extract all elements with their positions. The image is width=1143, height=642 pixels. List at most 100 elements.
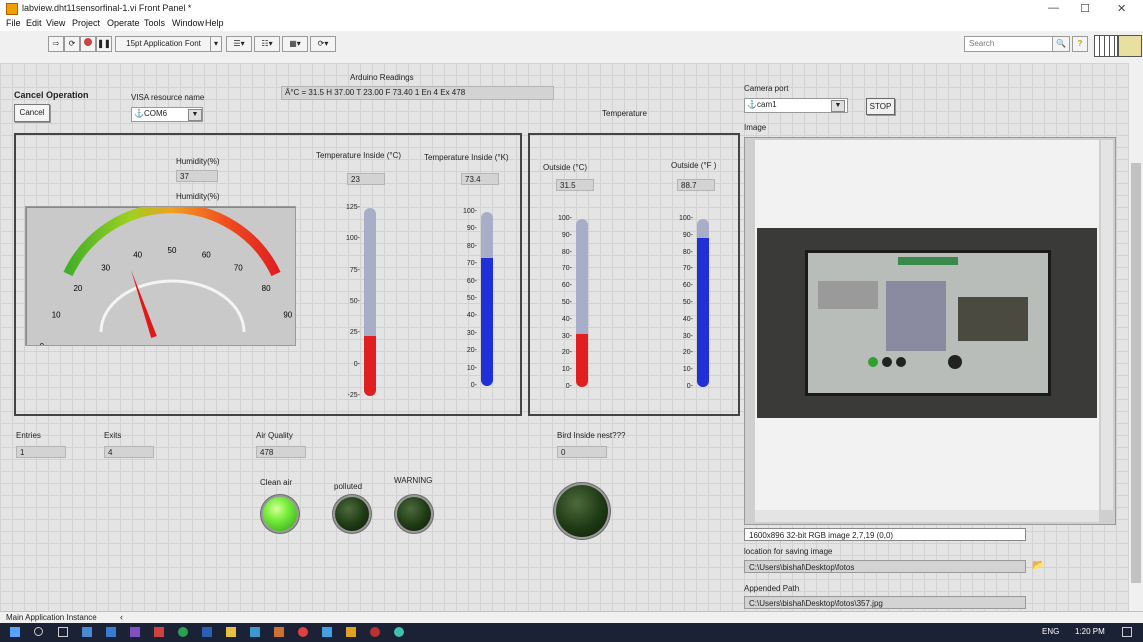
visa-value: COM6 — [144, 109, 168, 118]
thermometer-tick-label: 0- — [565, 383, 572, 390]
taskbar-app-icon[interactable] — [274, 627, 284, 637]
cancel-button[interactable]: Cancel — [14, 104, 50, 122]
title-bar: labview.dht11sensorfinal-1.vi Front Pane… — [0, 0, 1143, 16]
taskbar-app-icon[interactable] — [322, 627, 332, 637]
taskbar-app-icon[interactable] — [298, 627, 308, 637]
camera-port-select[interactable]: ⚓ cam1 ▼ — [744, 98, 848, 113]
gauge-tick-label: 50 — [168, 246, 177, 255]
font-dropdown-icon[interactable]: ▾ — [210, 36, 222, 52]
reorder-icon[interactable]: ⟳▾ — [310, 36, 336, 52]
thermometer-tick-label: 60- — [466, 277, 477, 285]
notification-icon[interactable] — [1122, 627, 1132, 637]
taskbar-app-icon[interactable] — [346, 627, 356, 637]
gauge-arc — [63, 203, 281, 277]
taskbar-app-icon[interactable] — [250, 627, 260, 637]
menu-help[interactable]: Help — [205, 18, 224, 28]
language-indicator[interactable]: ENG — [1042, 627, 1059, 636]
gauge-tick-label: 60 — [202, 250, 211, 259]
thermometer-tick-label: 80- — [561, 248, 572, 256]
taskbar-app-icon[interactable] — [226, 627, 236, 637]
chevron-left-icon[interactable]: ‹ — [120, 612, 123, 622]
image-canvas — [755, 140, 1099, 510]
search-input[interactable]: Search — [964, 36, 1056, 52]
minimize-button[interactable]: — — [1048, 2, 1059, 14]
maximize-button[interactable]: ☐ — [1080, 2, 1090, 15]
temp-in-k-label: Temperature Inside (°K) — [424, 153, 509, 162]
visa-label: VISA resource name — [131, 93, 205, 102]
chevron-down-icon[interactable]: ▼ — [831, 100, 845, 112]
gauge-hub-arc — [99, 279, 246, 333]
thermometer-tick-label: 50- — [349, 298, 360, 305]
connector-pane-icon[interactable] — [1094, 35, 1118, 57]
panel-vscrollbar[interactable] — [1129, 63, 1143, 611]
thermometer-tick-label: 30- — [682, 332, 693, 340]
save-path-field[interactable]: C:\Users\bishal\Desktop\fotos — [744, 560, 1026, 573]
menu-file[interactable]: File — [6, 18, 21, 28]
outside-f-value: 88.7 — [677, 179, 715, 191]
close-button[interactable]: ✕ — [1117, 2, 1126, 15]
outside-f-label: Outside (°F ) — [671, 161, 717, 170]
taskbar-app-icon[interactable] — [370, 627, 380, 637]
word-icon[interactable] — [202, 627, 212, 637]
vi-icon — [1118, 35, 1142, 57]
image-hscrollbar[interactable] — [755, 510, 1099, 522]
visa-resource-select[interactable]: ⚓ COM6 ▼ — [131, 107, 203, 122]
pause-icon[interactable]: ❚❚ — [96, 36, 112, 52]
camera-photo — [757, 228, 1097, 418]
folder-browse-icon[interactable]: 📂 — [1032, 560, 1046, 572]
stop-button[interactable]: STOP — [866, 98, 895, 115]
arduino-label: Arduino Readings — [350, 73, 414, 82]
taskbar-app-icon[interactable] — [106, 627, 116, 637]
thermometer-fill — [481, 258, 493, 386]
taskbar-app-icon[interactable] — [178, 627, 188, 637]
menu-operate[interactable]: Operate — [107, 18, 140, 28]
humidity-value: 37 — [176, 170, 218, 182]
menu-view[interactable]: View — [46, 18, 65, 28]
temperature-label: Temperature — [602, 109, 647, 118]
thermometer-tick-label: 25- — [349, 329, 360, 337]
taskbar-app-icon[interactable] — [394, 627, 404, 637]
menu-project[interactable]: Project — [72, 18, 100, 28]
run-continuous-icon[interactable]: ⟳ — [64, 36, 80, 52]
resize-icon[interactable]: ▦▾ — [282, 36, 308, 52]
camera-port-label: Camera port — [744, 84, 789, 93]
temp-in-c-label: Temperature Inside (°C) — [316, 151, 402, 160]
labview-icon — [6, 3, 18, 15]
menu-tools[interactable]: Tools — [144, 18, 165, 28]
run-arrow-icon[interactable]: ⇨ — [48, 36, 64, 52]
menu-window[interactable]: Window — [172, 18, 204, 28]
gauge-tick-label: 90 — [283, 311, 292, 320]
chevron-down-icon[interactable]: ▼ — [188, 109, 202, 121]
bird-label: Bird Inside nest??? — [557, 431, 626, 440]
thermometer-tick-label: 20- — [466, 347, 477, 355]
search-icon[interactable]: 🔍 — [1052, 36, 1070, 52]
menu-edit[interactable]: Edit — [26, 18, 42, 28]
cancel-label: Cancel Operation — [14, 90, 89, 100]
image-display[interactable] — [744, 137, 1116, 525]
taskbar-app-icon[interactable] — [154, 627, 164, 637]
distribute-icon[interactable]: ☷▾ — [254, 36, 280, 52]
thermometer-fill — [576, 334, 588, 387]
align-icon[interactable]: ☰▾ — [226, 36, 252, 52]
windows-taskbar: ENG 1:20 PM — [0, 623, 1143, 642]
thermometer-outside-f: 100- 90- 80- 70- 60- 50- 40- 30- 20- 10- 0- — [673, 213, 723, 393]
visa-icon: ⚓ — [134, 109, 144, 118]
font-selector[interactable]: 15pt Application Font — [115, 36, 212, 52]
gauge-tick-label: 40 — [133, 250, 142, 259]
exits-value: 4 — [104, 446, 154, 458]
clean-air-led — [263, 497, 297, 531]
windows-start-icon[interactable] — [10, 627, 20, 637]
humidity-gauge-label: Humidity(%) — [176, 192, 220, 201]
image-vscrollbar[interactable] — [1101, 140, 1113, 510]
taskbar-app-icon[interactable] — [82, 627, 92, 637]
clock[interactable]: 1:20 PM — [1075, 627, 1105, 636]
abort-icon[interactable] — [80, 36, 96, 52]
taskbar-app-icon[interactable] — [130, 627, 140, 637]
help-icon[interactable]: ? — [1072, 36, 1088, 52]
task-view-icon[interactable] — [58, 627, 68, 637]
gauge-tick-label: 80 — [262, 284, 271, 293]
search-icon[interactable] — [34, 627, 43, 636]
toolbar: ⇨ ⟳ ❚❚ 15pt Application Font ▾ ☰▾ ☷▾ ▦▾ … — [0, 31, 1143, 64]
scroll-thumb[interactable] — [1131, 163, 1141, 583]
thermometer-tick-label: 60- — [682, 282, 693, 290]
